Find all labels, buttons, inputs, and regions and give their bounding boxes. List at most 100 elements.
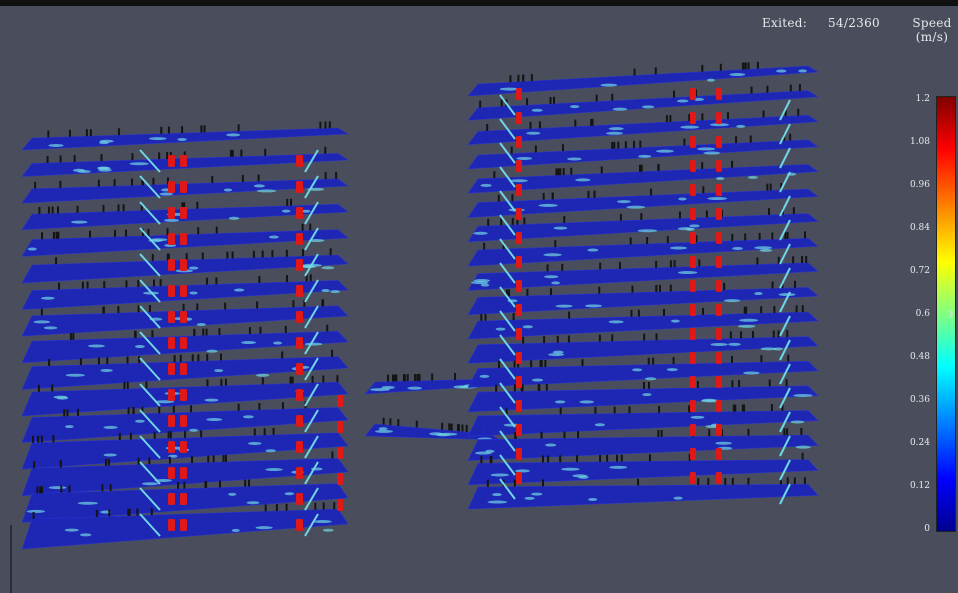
agent-figure [202,328,205,336]
exit-marker [716,88,722,100]
exit-marker [180,467,187,479]
agent-figure [125,280,128,288]
exit-marker [296,155,303,167]
speed-hotspot [710,342,728,346]
agent-figure [319,121,322,129]
speed-hotspot [381,385,395,389]
agent-figure [530,74,533,82]
exit-marker [337,395,343,407]
speed-hotspot [164,218,180,222]
agent-figure [179,354,182,362]
agent-figure [39,486,42,494]
agent-figure [613,406,616,414]
agent-figure [497,194,500,202]
speed-hotspot [551,281,561,285]
agent-figure [158,152,161,160]
agent-figure [85,129,88,137]
speed-hotspot [77,501,98,505]
speed-legend-title: Speed (m/s) [912,16,952,44]
exit-marker [180,441,187,453]
agent-figure [311,375,314,383]
agent-figure [598,334,601,342]
speed-hotspot [510,179,528,183]
speed-hotspot [754,246,773,250]
exit-marker [296,389,303,401]
agent-figure [698,259,701,267]
speed-hotspot [71,220,88,224]
speed-hotspot [27,247,37,251]
speed-hotspot [72,168,86,172]
speed-hotspot [135,419,145,423]
speed-hotspot [666,368,678,372]
agent-figure [454,372,457,380]
agent-figure [57,206,60,214]
agent-figure [72,332,75,340]
speed-hotspot [644,377,657,381]
agent-figure [185,252,188,260]
agent-figure [32,511,35,519]
agent-figure [688,114,691,122]
evacuation-3d-viewport[interactable] [0,0,958,593]
exit-marker [180,233,187,245]
chevron-right-icon[interactable]: › [943,300,958,326]
agent-figure [479,100,482,108]
colorbar-tick-label: 0.96 [909,180,930,190]
speed-hotspot [226,133,241,137]
agent-figure [777,256,780,264]
agent-figure [526,98,529,106]
agent-figure [678,211,681,219]
speed-hotspot [134,345,145,349]
agent-figure [785,379,788,387]
agent-figure [107,458,110,466]
agent-figure [483,242,486,250]
agent-figure [184,430,187,438]
agent-figure [786,231,789,239]
colorbar-tick-label: 0.6 [915,309,930,319]
agent-figure [441,422,444,430]
agent-figure [60,485,63,493]
agent-figure [137,279,140,287]
agent-figure [683,138,686,146]
agent-figure [657,430,660,438]
agent-figure [804,231,807,239]
agent-figure [701,64,704,72]
speed-hotspot [608,127,624,131]
agent-figure [127,407,130,415]
agent-figure [204,480,207,488]
viewport-edge [10,525,12,593]
agent-figure [613,141,616,149]
agent-figure [69,332,72,340]
agent-figure [256,301,259,309]
agent-figure [41,232,44,240]
agent-figure [647,357,650,365]
agent-figure [201,252,204,260]
agent-figure [261,250,264,258]
agent-figure [628,406,631,414]
agent-figure [109,484,112,492]
agent-figure [322,502,325,510]
agent-figure [59,180,62,188]
agent-figure [55,231,58,239]
agent-figure [629,237,632,245]
agent-figure [416,373,419,381]
agent-figure [696,380,699,388]
exit-marker [168,155,175,167]
agent-figure [574,119,577,127]
exit-marker [296,363,303,375]
agent-figure [222,454,225,462]
agent-figure [286,275,289,283]
agent-figure [648,454,651,462]
agent-figure [77,408,80,416]
agent-figure [561,263,564,271]
speed-hotspot [189,428,199,432]
agent-figure [286,198,289,206]
agent-figure [599,454,602,462]
agent-figure [673,90,676,98]
agent-figure [587,191,590,199]
speed-hotspot [65,425,74,429]
agent-figure [639,140,642,148]
agent-figure [215,277,218,285]
agent-figure [271,250,274,258]
agent-figure [517,74,520,82]
agent-figure [795,305,798,313]
